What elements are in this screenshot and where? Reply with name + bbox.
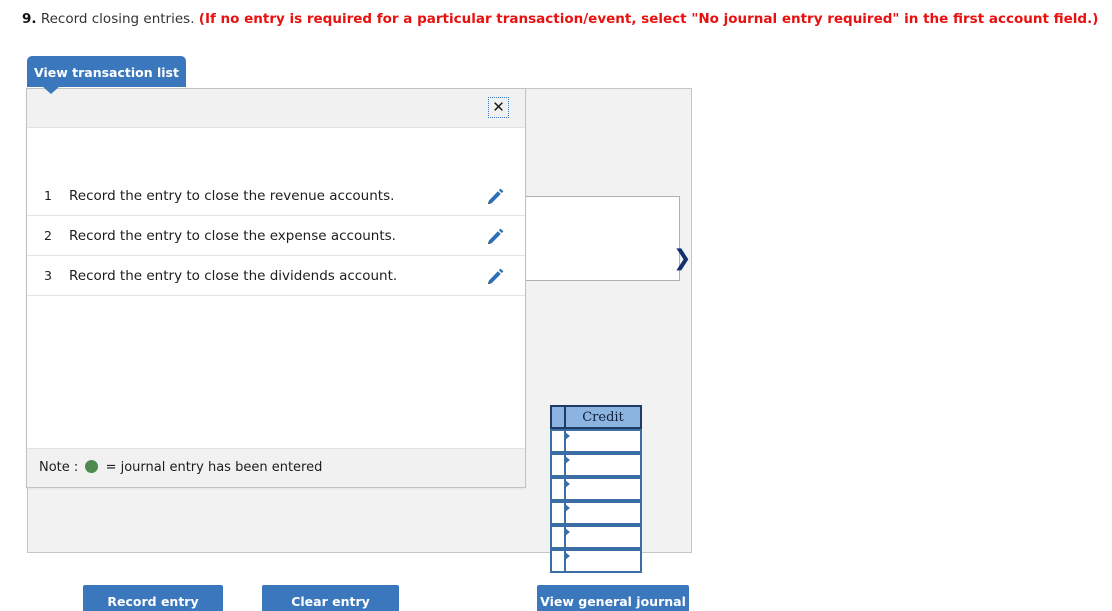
credit-input-1[interactable] [564,429,642,453]
row-stub [550,453,564,477]
credit-input-5[interactable] [564,525,642,549]
clear-entry-button[interactable]: Clear entry [262,585,399,611]
transaction-number: 3 [44,268,52,283]
transaction-number: 2 [44,228,52,243]
row-stub [550,501,564,525]
transaction-description: Record the entry to close the dividends … [69,267,398,284]
note-prefix: Note : [39,460,79,475]
row-stub [550,429,564,453]
pencil-icon[interactable] [467,186,525,206]
question-hint: (If no entry is required for a particula… [198,11,1099,27]
list-item[interactable]: 1 Record the entry to close the revenue … [27,176,525,216]
row-stub [550,549,564,573]
table-row [550,429,642,453]
view-general-journal-button[interactable]: View general journal [537,585,689,611]
transaction-list: 1 Record the entry to close the revenue … [27,128,525,450]
credit-input-6[interactable] [564,549,642,573]
tab-notch-indicator [42,86,60,94]
question-number: 9. [22,11,37,27]
table-row [550,501,642,525]
note-suffix: = journal entry has been entered [105,460,323,475]
green-dot-icon [85,460,99,473]
journal-credit-grid: Credit [550,405,642,573]
credit-input-4[interactable] [564,501,642,525]
grid-header-stub [550,405,564,429]
pencil-icon[interactable] [467,226,525,246]
credit-input-2[interactable] [564,453,642,477]
table-row [550,477,642,501]
grid-header-row: Credit [550,405,642,429]
credit-column-header: Credit [564,405,642,429]
question-text: Record closing entries. [40,11,195,27]
row-stub [550,525,564,549]
transaction-description: Record the entry to close the expense ac… [69,227,396,244]
tab-view-transaction-list[interactable]: View transaction list [27,56,186,87]
screen-root: 9. Record closing entries. (If no entry … [0,0,1112,611]
popup-header: ✕ [27,89,525,128]
transaction-description: Record the entry to close the revenue ac… [69,187,395,204]
popup-footer: Note : = journal entry has been entered [27,448,525,487]
table-row [550,549,642,573]
chevron-right-icon[interactable]: ❯ [673,247,691,271]
transaction-number: 1 [44,188,52,203]
table-row [550,453,642,477]
list-item[interactable]: 2 Record the entry to close the expense … [27,216,525,256]
row-stub [550,477,564,501]
table-row [550,525,642,549]
transaction-list-popup: ✕ 1 Record the entry to close the revenu… [26,88,526,488]
record-entry-button[interactable]: Record entry [83,585,223,611]
list-item[interactable]: 3 Record the entry to close the dividend… [27,256,525,296]
note-legend: Note : = journal entry has been entered [39,460,322,475]
credit-input-3[interactable] [564,477,642,501]
question-prompt: 9. Record closing entries. (If no entry … [22,10,1098,28]
pencil-icon[interactable] [467,266,525,286]
close-icon[interactable]: ✕ [488,97,509,118]
